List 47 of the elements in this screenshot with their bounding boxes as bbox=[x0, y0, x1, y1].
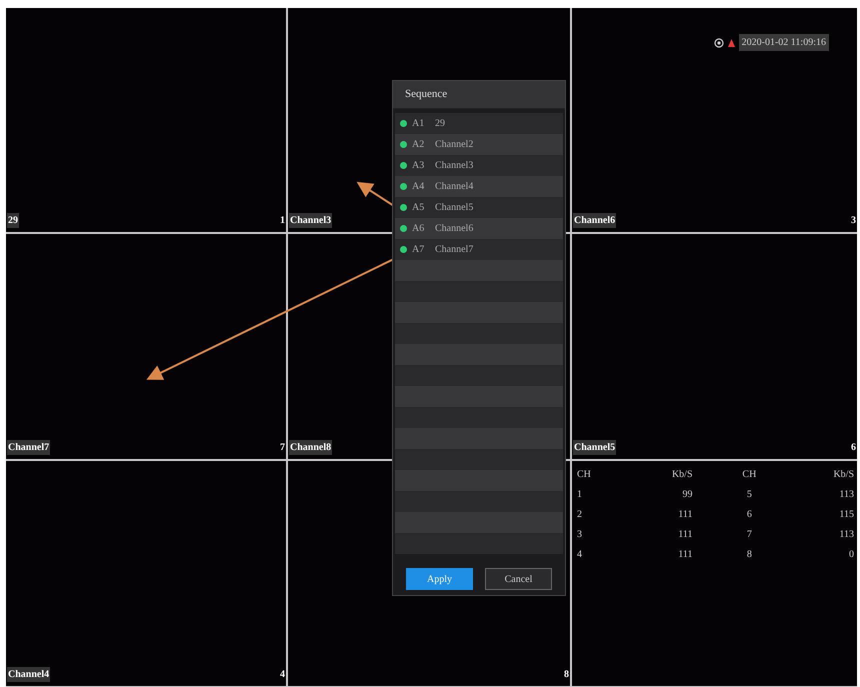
table-cell-text: 111 bbox=[677, 528, 694, 542]
channel-label: 29 bbox=[7, 213, 19, 228]
sequence-item[interactable]: A6 Channel6 bbox=[395, 218, 563, 239]
column-header: Kb/S bbox=[670, 468, 694, 482]
sequence-item[interactable]: A1 29 bbox=[395, 113, 563, 134]
table-cell-text: 4 bbox=[576, 548, 583, 562]
table-cell-text: 6 bbox=[746, 508, 753, 522]
cancel-button[interactable]: Cancel bbox=[485, 568, 552, 590]
channel-number: 1 bbox=[280, 214, 285, 228]
sequence-item[interactable]: A2 Channel2 bbox=[395, 134, 563, 155]
sequence-item[interactable]: A3 Channel3 bbox=[395, 155, 563, 176]
sequence-item[interactable]: A4 Channel4 bbox=[395, 176, 563, 197]
arrow bbox=[356, 182, 395, 207]
alarm-icon bbox=[726, 38, 736, 48]
column-header: Kb/S bbox=[832, 468, 854, 482]
table-cell-text: 99 bbox=[682, 488, 694, 502]
table-cell-text: 2 bbox=[576, 508, 583, 522]
apply-button[interactable]: Apply bbox=[406, 568, 473, 590]
table-cell-text: 3 bbox=[576, 528, 583, 542]
table-cell-text: 7 bbox=[746, 528, 753, 542]
table-cell-text: 111 bbox=[677, 548, 694, 562]
table-cell-text: 113 bbox=[838, 488, 854, 502]
column-header: CH bbox=[576, 468, 592, 482]
channel-number: 6 bbox=[851, 441, 856, 455]
channel-number: 3 bbox=[851, 214, 856, 228]
table-cell-text: 5 bbox=[746, 488, 753, 502]
channel-label: Channel5 bbox=[573, 440, 616, 455]
sequence-item[interactable]: A7 Channel7 bbox=[395, 239, 563, 260]
camera-icon bbox=[714, 38, 724, 48]
table-cell-text: 1 bbox=[576, 488, 583, 502]
channel-label: Channel7 bbox=[7, 440, 50, 455]
channel-label: Channel3 bbox=[289, 213, 332, 228]
table-cell-text: 115 bbox=[838, 508, 854, 522]
channel-number: 8 bbox=[564, 668, 569, 682]
channel-number: 7 bbox=[280, 441, 285, 455]
table-cell-text: 0 bbox=[848, 548, 854, 562]
column-header: CH bbox=[741, 468, 758, 482]
table-cell-text: 111 bbox=[677, 508, 694, 522]
table-cell-text: 113 bbox=[838, 528, 854, 542]
channel-label: Channel8 bbox=[289, 440, 332, 455]
channel-label: Channel4 bbox=[7, 667, 50, 682]
table-cell-text: 8 bbox=[746, 548, 753, 562]
sequence-item[interactable]: A5 Channel5 bbox=[395, 197, 563, 218]
channel-label: Channel6 bbox=[573, 213, 616, 228]
dialog-title: Sequence bbox=[393, 81, 565, 109]
channel-number: 4 bbox=[280, 668, 285, 682]
date-time: 2020-01-02 11:09:16 bbox=[738, 34, 829, 51]
